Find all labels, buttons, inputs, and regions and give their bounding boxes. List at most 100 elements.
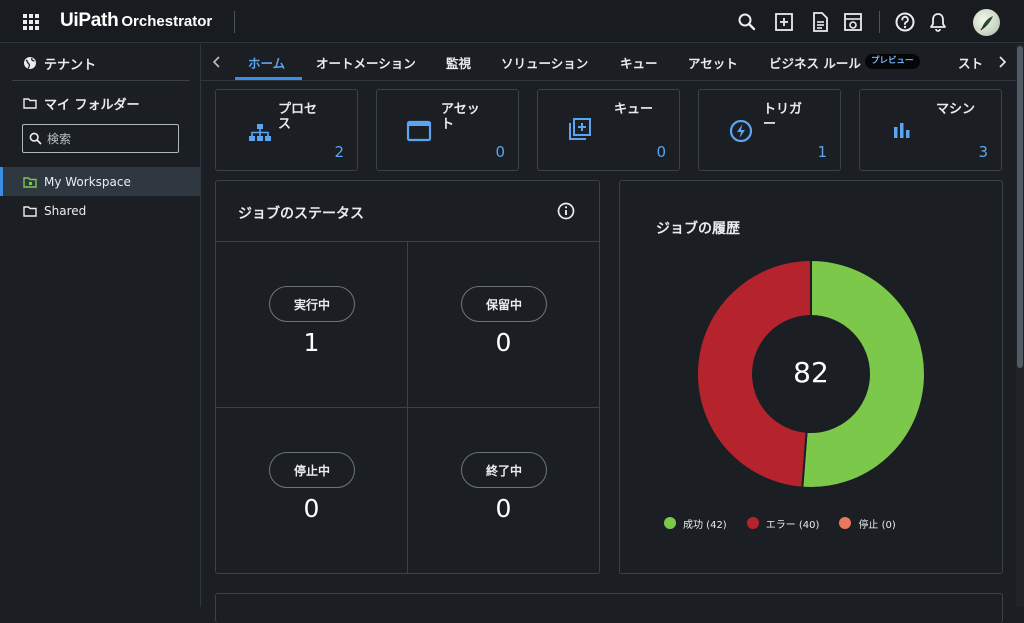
add-box-icon[interactable] <box>773 11 795 33</box>
top-divider <box>879 11 880 33</box>
top-divider <box>234 11 235 33</box>
release-notes-icon[interactable] <box>842 11 864 33</box>
legend-item-success[interactable]: 成功 (42) <box>664 516 727 531</box>
legend-dot <box>746 517 759 529</box>
help-icon[interactable] <box>894 11 916 33</box>
card-label-line2: ス <box>278 117 292 132</box>
sitemap-icon <box>247 120 273 146</box>
tab-assets[interactable]: アセット <box>688 53 738 73</box>
card-label: キュー <box>614 102 653 117</box>
legend-dot <box>839 517 852 529</box>
folder-label: My Workspace <box>44 174 131 189</box>
tab-home[interactable]: ホーム <box>248 53 285 73</box>
info-icon[interactable] <box>557 202 575 220</box>
status-count: 1 <box>303 328 320 357</box>
brand-name: UiPath <box>60 10 119 31</box>
queue-add-icon <box>567 116 593 142</box>
sidebar: テナント マイ フォルダー My Workspace Shared <box>0 44 201 607</box>
status-cell-pending[interactable]: 保留中 0 <box>408 242 599 407</box>
card-label: マシン <box>936 102 975 117</box>
status-pill[interactable]: 実行中 <box>269 286 355 322</box>
product-name: Orchestrator <box>121 13 213 30</box>
trigger-bolt-icon <box>728 118 754 144</box>
status-count: 0 <box>495 328 512 357</box>
tab-queues[interactable]: キュー <box>620 53 658 73</box>
card-label: アセット <box>441 102 480 132</box>
folder-outline-icon <box>23 204 37 218</box>
summary-card-machines[interactable]: マシン 3 <box>859 89 1002 171</box>
card-count: 1 <box>817 143 827 161</box>
card-count: 0 <box>656 143 666 161</box>
chevron-left-icon[interactable] <box>209 54 225 70</box>
card-label-line2: ー <box>763 117 777 132</box>
card-label-line1: トリガ <box>763 102 803 117</box>
status-cell-stopping[interactable]: 停止中 0 <box>216 408 407 573</box>
status-cell-terminating[interactable]: 終了中 0 <box>408 408 599 573</box>
summary-card-processes[interactable]: プロセス 2 <box>215 89 358 171</box>
asset-window-icon <box>406 118 432 144</box>
card-count: 2 <box>334 143 344 161</box>
scrollbar-thumb[interactable] <box>1017 46 1023 368</box>
app-logo[interactable]: UiPath Orchestrator <box>60 10 212 32</box>
machine-chart-icon <box>889 118 915 144</box>
tab-bar: ホーム オートメーション 監視 ソリューション キュー アセット ビジネス ルー… <box>201 44 1024 81</box>
legend-label: 停止 (0) <box>858 519 896 531</box>
tab-business-rules[interactable]: ビジネス ルール <box>769 53 861 73</box>
sidebar-item-tenant[interactable]: テナント <box>0 49 200 77</box>
sidebar-item-shared[interactable]: Shared <box>0 197 200 225</box>
card-label: トリガー <box>763 102 802 132</box>
chevron-right-icon[interactable] <box>994 54 1010 70</box>
sidebar-divider <box>12 80 190 81</box>
workspace-folder-icon <box>23 175 37 189</box>
donut-center-total: 82 <box>793 356 829 389</box>
bell-icon[interactable] <box>927 11 949 33</box>
tab-automation[interactable]: オートメーション <box>316 53 416 73</box>
active-tab-indicator <box>235 77 302 80</box>
avatar[interactable] <box>973 9 1000 36</box>
tab-solutions[interactable]: ソリューション <box>501 53 588 73</box>
card-label-line1: アセッ <box>441 102 480 117</box>
folder-search-input[interactable] <box>47 131 167 146</box>
job-status-title: ジョブのステータス <box>238 206 364 222</box>
summary-card-assets[interactable]: アセット 0 <box>376 89 519 171</box>
summary-card-triggers[interactable]: トリガー 1 <box>698 89 841 171</box>
summary-card-queues[interactable]: キュー 0 <box>537 89 680 171</box>
job-history-panel: ジョブの履歴 82 成功 (42) エラー (40) 停止 (0) <box>619 180 1003 574</box>
search-icon[interactable] <box>736 11 758 33</box>
sidebar-item-my-folders[interactable]: マイ フォルダー <box>0 89 200 117</box>
card-count: 3 <box>978 143 988 161</box>
folder-label: Shared <box>44 204 87 218</box>
tab-monitoring[interactable]: 監視 <box>446 53 471 73</box>
scrollbar[interactable] <box>1016 44 1024 607</box>
sidebar-item-my-workspace[interactable]: My Workspace <box>0 167 200 196</box>
status-pill[interactable]: 保留中 <box>461 286 547 322</box>
search-icon <box>29 132 42 145</box>
legend-item-stopped[interactable]: 停止 (0) <box>839 516 896 531</box>
top-bar: UiPath Orchestrator <box>0 0 1024 43</box>
my-folders-label: マイ フォルダー <box>44 97 140 113</box>
status-cell-running[interactable]: 実行中 1 <box>216 242 407 407</box>
tenant-label: テナント <box>44 57 97 73</box>
home-dashboard: プロセス 2 アセット 0 キュー 0 トリガー 1 マシン 3 ジョブのステー… <box>201 82 1015 623</box>
card-label: プロセス <box>278 102 317 132</box>
document-icon[interactable] <box>809 11 831 33</box>
legend-label: エラー (40) <box>765 519 820 531</box>
status-pill[interactable]: 終了中 <box>461 452 547 488</box>
status-count: 0 <box>495 494 512 523</box>
folder-search-box[interactable] <box>22 124 179 153</box>
chart-legend: 成功 (42) エラー (40) 停止 (0) <box>664 515 916 531</box>
job-history-title: ジョブの履歴 <box>656 221 740 237</box>
globe-icon <box>23 56 37 70</box>
lower-panel <box>215 593 1003 623</box>
status-pill[interactable]: 停止中 <box>269 452 355 488</box>
preview-badge: プレビュー <box>865 54 920 69</box>
tab-storage[interactable]: スト <box>958 53 983 73</box>
card-count: 0 <box>495 143 505 161</box>
folder-outline-icon <box>23 96 37 110</box>
legend-dot <box>664 517 676 529</box>
legend-item-error[interactable]: エラー (40) <box>746 516 820 531</box>
job-status-panel: ジョブのステータス 実行中 1 保留中 0 停止中 0 終了中 0 <box>215 180 600 574</box>
apps-grid-icon[interactable] <box>23 14 39 30</box>
legend-label: 成功 (42) <box>683 519 727 531</box>
card-label-line1: マシン <box>936 102 976 117</box>
